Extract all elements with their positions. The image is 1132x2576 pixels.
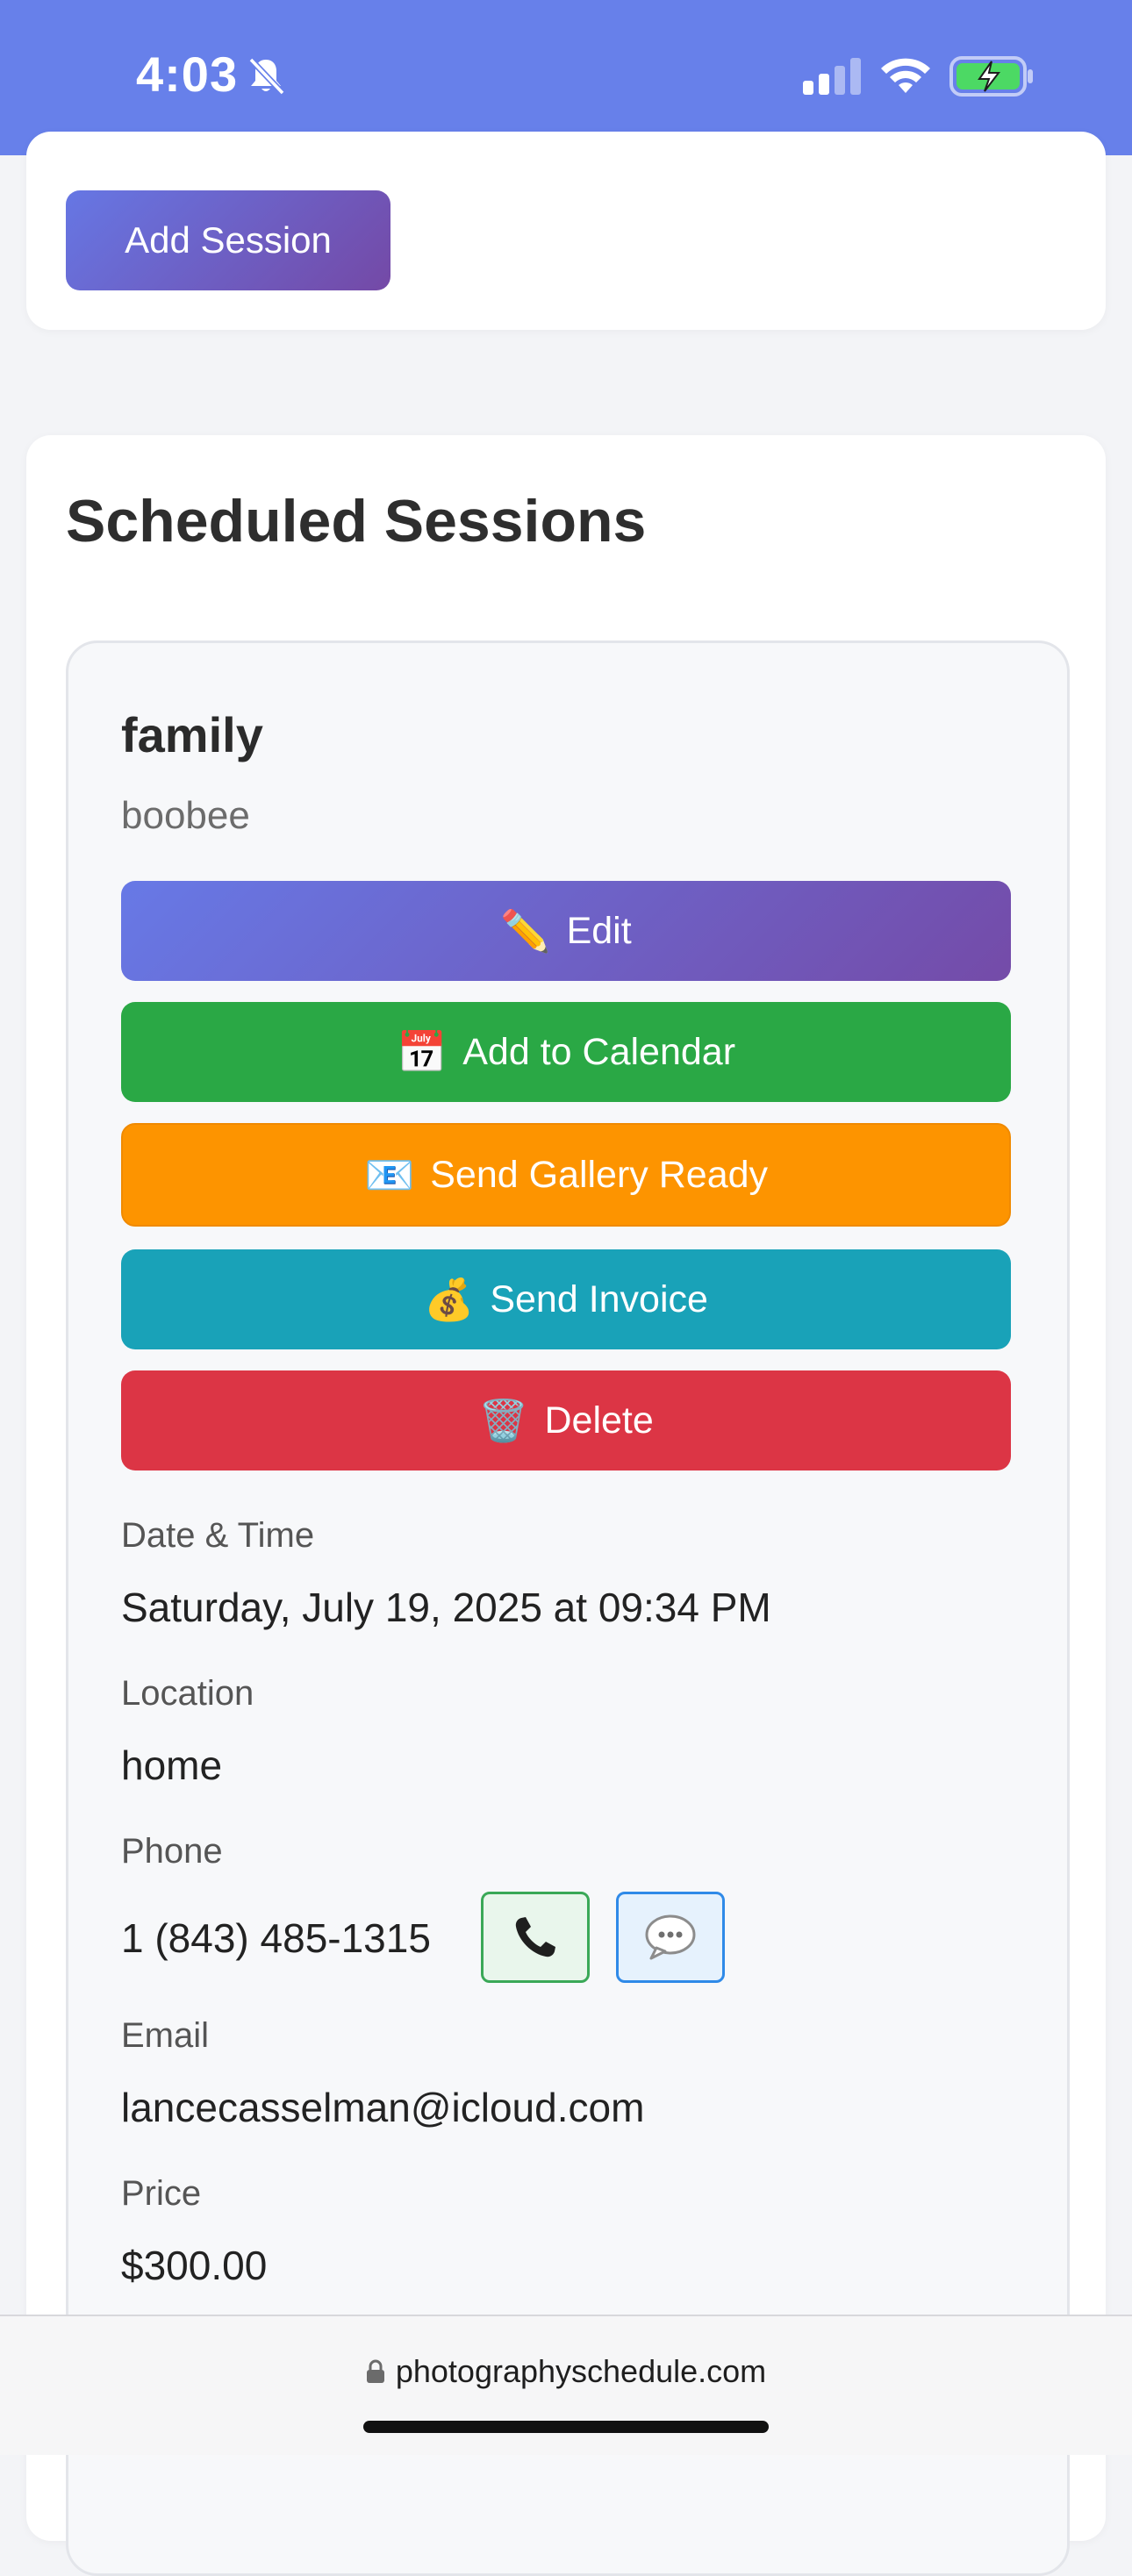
add-to-calendar-button[interactable]: 📅 Add to Calendar (121, 1002, 1011, 1102)
edit-button-label: Edit (566, 909, 632, 952)
message-button[interactable] (616, 1892, 725, 1983)
url-text: photographyschedule.com (395, 2353, 767, 2389)
delete-button[interactable]: 🗑️ Delete (121, 1370, 1011, 1470)
calendar-icon: 📅 (396, 1027, 448, 1076)
send-gallery-ready-label: Send Gallery Ready (430, 1153, 769, 1196)
session-client: boobee (121, 794, 250, 837)
price-value: $300.00 (121, 2243, 268, 2288)
phone-label: Phone (121, 1832, 223, 1871)
location-label: Location (121, 1674, 254, 1713)
delete-button-label: Delete (544, 1399, 654, 1442)
pencil-icon: ✏️ (500, 906, 551, 955)
call-button[interactable] (481, 1892, 590, 1983)
url-display[interactable]: photographyschedule.com (0, 2353, 1132, 2390)
datetime-value: Saturday, July 19, 2025 at 09:34 PM (121, 1585, 771, 1630)
email-icon: 📧 (363, 1150, 415, 1199)
send-gallery-ready-button[interactable]: 📧 Send Gallery Ready (121, 1123, 1011, 1227)
send-invoice-label: Send Invoice (490, 1277, 708, 1320)
browser-address-bar[interactable]: photographyschedule.com (0, 2315, 1132, 2455)
phone-icon (515, 1917, 555, 1957)
status-time: 4:03 (136, 47, 239, 102)
email-value: lancecasselman@icloud.com (121, 2085, 645, 2130)
money-bag-icon: 💰 (424, 1275, 475, 1323)
section-title: Scheduled Sessions (66, 488, 647, 555)
datetime-label: Date & Time (121, 1516, 315, 1555)
email-label: Email (121, 2016, 210, 2055)
add-to-calendar-label: Add to Calendar (462, 1030, 736, 1073)
add-session-button[interactable]: Add Session (66, 190, 390, 290)
message-bubble-icon (645, 1914, 696, 1960)
location-value: home (121, 1742, 223, 1788)
price-label: Price (121, 2174, 202, 2213)
session-type: family (121, 707, 263, 762)
phone-value: 1 (843) 485-1315 (121, 1915, 431, 1961)
send-invoice-button[interactable]: 💰 Send Invoice (121, 1249, 1011, 1349)
signal-icon (803, 58, 861, 95)
wifi-icon (881, 58, 930, 93)
bell-slash-icon (248, 57, 285, 96)
battery-charging-icon (949, 56, 1033, 97)
lock-icon (366, 2359, 384, 2383)
trash-icon: 🗑️ (478, 1396, 529, 1444)
home-indicator[interactable] (363, 2421, 769, 2433)
edit-button[interactable]: ✏️ Edit (121, 881, 1011, 981)
